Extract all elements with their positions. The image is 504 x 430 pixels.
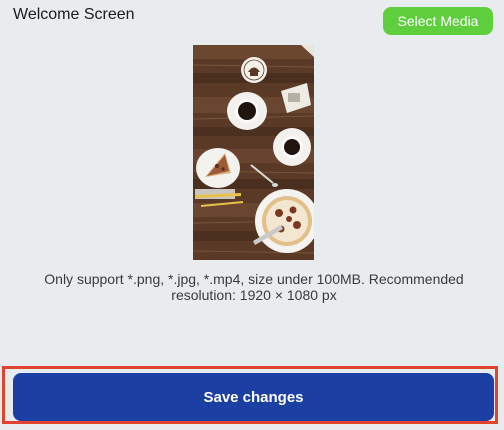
upload-requirements-note: Only support *.png, *.jpg, *.mp4, size u… <box>44 271 464 303</box>
select-media-button[interactable]: Select Media <box>383 7 493 35</box>
cake-plate-icon <box>196 148 240 188</box>
brand-logo <box>241 57 267 83</box>
save-changes-button[interactable]: Save changes <box>13 373 494 421</box>
media-preview-image <box>193 45 314 260</box>
section-title: Welcome Screen <box>13 6 135 23</box>
coffee-cup-icon <box>273 128 311 166</box>
coffee-cup-icon <box>227 92 267 130</box>
